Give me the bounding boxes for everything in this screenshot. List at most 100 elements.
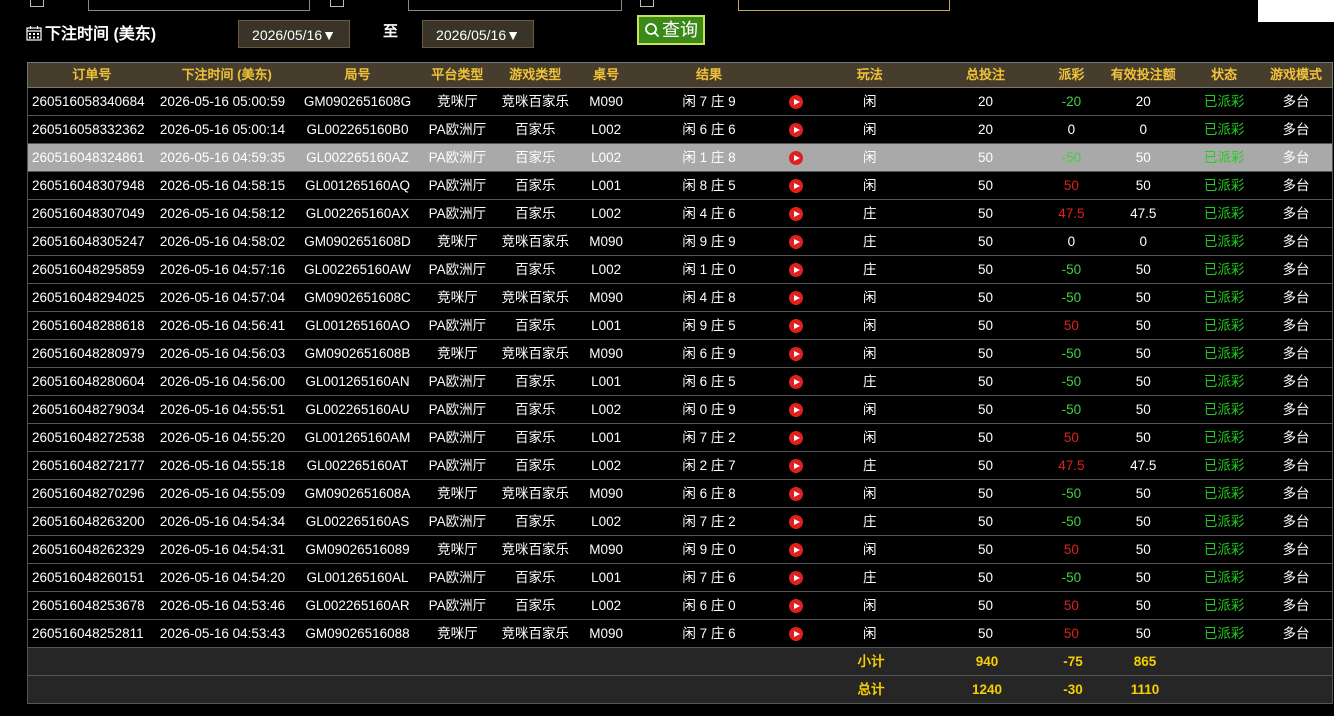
replay-cell[interactable] (779, 536, 813, 563)
order-number-cell: 260516058332362 (32, 122, 145, 137)
table-number-cell: L002 (591, 122, 622, 137)
play-icon[interactable] (788, 291, 803, 305)
table-row[interactable]: 260516048280979 2026-05-16 04:56:03 GM0902… (27, 340, 1333, 368)
table-number-cell: M090 (589, 234, 623, 249)
table-number-cell: L002 (591, 150, 622, 165)
order-number-cell: 260516048294025 (32, 290, 145, 305)
play-icon[interactable] (788, 459, 803, 473)
checkbox-icon[interactable] (640, 0, 654, 7)
play-icon[interactable] (788, 263, 803, 277)
game-mode-cell: 多台 (1282, 262, 1310, 277)
table-row[interactable]: 260516048305247 2026-05-16 04:58:02 GM0902… (27, 228, 1333, 256)
table-row[interactable]: 260516048272538 2026-05-16 04:55:20 GL0012… (27, 424, 1333, 452)
top-input-1[interactable] (88, 0, 310, 11)
payout-cell: -50 (1061, 486, 1082, 501)
payout-cell: -50 (1061, 150, 1082, 165)
replay-cell[interactable] (779, 508, 813, 535)
table-row[interactable]: 260516048252811 2026-05-16 04:53:43 GM0902… (27, 620, 1333, 648)
bet-type-cell: 闲 (862, 346, 877, 361)
play-icon[interactable] (788, 151, 803, 165)
replay-cell[interactable] (779, 256, 813, 283)
table-row[interactable]: 260516048253678 2026-05-16 04:53:46 GL0022… (27, 592, 1333, 620)
play-icon[interactable] (788, 515, 803, 529)
game-type-cell: 百家乐 (514, 122, 556, 137)
platform-cell: PA欧洲厅 (428, 178, 487, 193)
table-row[interactable]: 260516048263200 2026-05-16 04:54:34 GL0022… (27, 508, 1333, 536)
order-number-cell: 260516048307049 (32, 206, 145, 221)
replay-cell[interactable] (779, 88, 813, 115)
play-icon[interactable] (788, 375, 803, 389)
table-row[interactable]: 260516058332362 2026-05-16 05:00:14 GL0022… (27, 116, 1333, 144)
play-icon[interactable] (788, 179, 803, 193)
bet-time-cell: 2026-05-16 04:53:46 (159, 598, 286, 613)
table-row[interactable]: 260516048262329 2026-05-16 04:54:31 GM0902… (27, 536, 1333, 564)
end-date-select[interactable]: 2026/05/16▼ (422, 20, 534, 48)
play-icon[interactable] (788, 319, 803, 333)
total-bet-cell: 50 (978, 318, 994, 333)
game-type-cell: 百家乐 (514, 374, 556, 389)
play-icon[interactable] (788, 403, 803, 417)
table-number-cell: L001 (591, 374, 622, 389)
table-row[interactable]: 260516058340684 2026-05-16 05:00:59 GM0902… (27, 88, 1333, 116)
play-icon[interactable] (788, 627, 803, 641)
play-icon[interactable] (788, 431, 803, 445)
top-input-2[interactable] (408, 0, 622, 11)
total-bet-cell: 50 (978, 542, 994, 557)
replay-cell[interactable] (779, 368, 813, 395)
table-row[interactable]: 260516048279034 2026-05-16 04:55:51 GL0022… (27, 396, 1333, 424)
play-icon[interactable] (788, 207, 803, 221)
table-row[interactable]: 260516048260151 2026-05-16 04:54:20 GL0012… (27, 564, 1333, 592)
play-icon[interactable] (788, 487, 803, 501)
table-row[interactable]: 260516048307948 2026-05-16 04:58:15 GL0012… (27, 172, 1333, 200)
replay-cell[interactable] (779, 200, 813, 227)
play-icon[interactable] (788, 571, 803, 585)
play-icon[interactable] (788, 95, 803, 109)
platform-cell: PA欧洲厅 (428, 374, 487, 389)
table-number-cell: L002 (591, 458, 622, 473)
platform-cell: 竞咪厅 (437, 346, 478, 361)
checkbox-icon[interactable] (330, 0, 344, 7)
valid-bet-cell: 50 (1135, 290, 1151, 305)
play-icon[interactable] (788, 543, 803, 557)
start-date-select[interactable]: 2026/05/16▼ (238, 20, 350, 48)
replay-cell[interactable] (779, 592, 813, 619)
replay-cell[interactable] (779, 144, 813, 171)
bet-type-cell: 闲 (862, 150, 877, 165)
table-row[interactable]: 260516048294025 2026-05-16 04:57:04 GM0902… (27, 284, 1333, 312)
replay-cell[interactable] (779, 424, 813, 451)
play-icon[interactable] (788, 347, 803, 361)
replay-cell[interactable] (779, 452, 813, 479)
play-icon[interactable] (788, 123, 803, 137)
table-row[interactable]: 260516048288618 2026-05-16 04:56:41 GL0012… (27, 312, 1333, 340)
top-select[interactable] (738, 0, 950, 11)
game-mode-cell: 多台 (1282, 374, 1310, 389)
result-cell: 闲 7 庄 6 (682, 626, 736, 641)
replay-cell[interactable] (779, 312, 813, 339)
replay-cell[interactable] (779, 228, 813, 255)
game-mode-cell: 多台 (1282, 542, 1310, 557)
table-row[interactable]: 260516048280604 2026-05-16 04:56:00 GL0012… (27, 368, 1333, 396)
table-row[interactable]: 260516048270296 2026-05-16 04:55:09 GM0902… (27, 480, 1333, 508)
table-row[interactable]: 260516048307049 2026-05-16 04:58:12 GL0022… (27, 200, 1333, 228)
table-number-cell: M090 (589, 486, 623, 501)
order-number-cell: 260516048260151 (32, 570, 145, 585)
table-row[interactable]: 260516048295859 2026-05-16 04:57:16 GL0022… (27, 256, 1333, 284)
total-bet-cell: 50 (978, 430, 994, 445)
replay-cell[interactable] (779, 620, 813, 647)
replay-cell[interactable] (779, 284, 813, 311)
replay-cell[interactable] (779, 564, 813, 591)
play-icon[interactable] (788, 599, 803, 613)
result-cell: 闲 7 庄 2 (682, 430, 736, 445)
status-cell: 已派彩 (1203, 122, 1245, 137)
replay-cell[interactable] (779, 340, 813, 367)
replay-cell[interactable] (779, 116, 813, 143)
replay-cell[interactable] (779, 396, 813, 423)
replay-cell[interactable] (779, 172, 813, 199)
table-row[interactable]: 260516048272177 2026-05-16 04:55:18 GL0022… (27, 452, 1333, 480)
table-header: 订单号 下注时间 (美东) 局号 平台类型 游戏类型 桌号 结果 玩法 总投注 派彩 有效投注额 状态… (27, 62, 1333, 88)
query-button[interactable]: 查询 (637, 15, 705, 45)
header-payout: 派彩 (1058, 67, 1085, 82)
play-icon[interactable] (788, 235, 803, 249)
table-row[interactable]: 260516048324861 2026-05-16 04:59:35 GL0022… (27, 144, 1333, 172)
replay-cell[interactable] (779, 480, 813, 507)
